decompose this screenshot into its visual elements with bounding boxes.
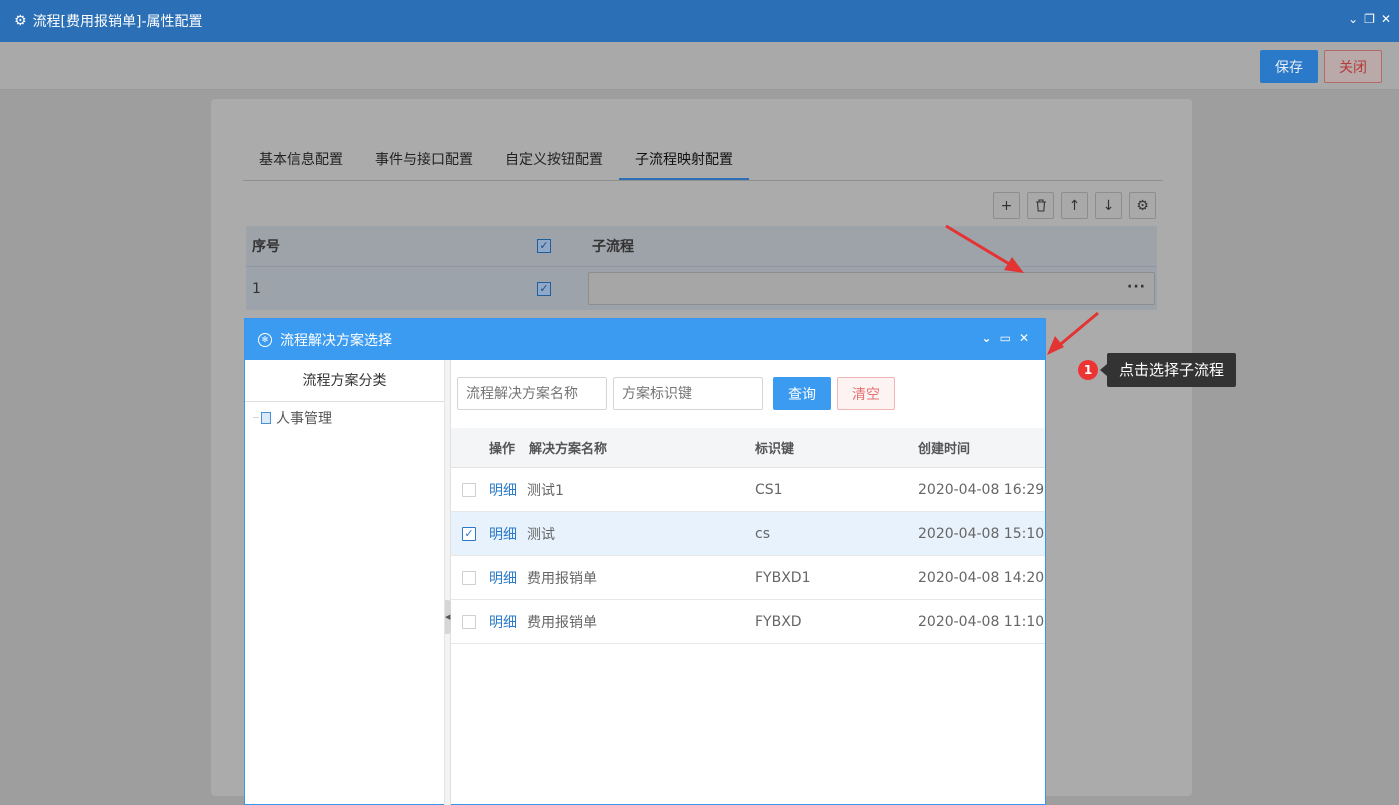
dialog-header: ✻ 流程解决方案选择 ⌄ ▭ ✕ <box>245 319 1045 360</box>
row-checkbox[interactable]: ✓ <box>462 526 476 541</box>
cell-time: 2020-04-08 14:20: <box>918 569 1045 586</box>
solution-list-panel: 查询 清空 操作 解决方案名称 标识键 创建时间 明细 测试1 CS1 2020… <box>451 360 1045 805</box>
dialog-controls: ⌄ ▭ ✕ <box>982 331 1029 345</box>
cell-name: 测试 <box>527 526 555 543</box>
header-time[interactable]: 创建时间 <box>918 438 1045 457</box>
row-checkbox[interactable] <box>462 482 476 497</box>
detail-link[interactable]: 明细 <box>487 480 527 500</box>
cell-time: 2020-04-08 16:29: <box>918 481 1045 498</box>
category-panel: 流程方案分类 ┄ 人事管理 <box>245 360 445 805</box>
header-name[interactable]: 解决方案名称 <box>527 438 755 457</box>
table-row[interactable]: ✓ 明细 测试 cs 2020-04-08 15:10: <box>451 512 1045 556</box>
cell-key: CS1 <box>755 481 783 498</box>
detail-link[interactable]: 明细 <box>487 568 527 588</box>
row-checkbox[interactable] <box>462 614 476 629</box>
category-title: 流程方案分类 <box>245 360 444 402</box>
header-op: 操作 <box>489 442 516 457</box>
cell-name: 费用报销单 <box>527 570 597 587</box>
solution-table: 操作 解决方案名称 标识键 创建时间 明细 测试1 CS1 2020-04-08… <box>451 428 1045 644</box>
table-row[interactable]: 明细 费用报销单 FYBXD1 2020-04-08 14:20: <box>451 556 1045 600</box>
dialog-collapse-icon[interactable]: ⌄ <box>982 331 992 345</box>
table-row[interactable]: 明细 测试1 CS1 2020-04-08 16:29: <box>451 468 1045 512</box>
dialog-title: 流程解决方案选择 <box>280 332 392 349</box>
detail-link[interactable]: 明细 <box>487 524 527 544</box>
cell-time: 2020-04-08 15:10: <box>918 525 1045 542</box>
dialog-close-icon[interactable]: ✕ <box>1019 331 1029 345</box>
document-icon <box>261 412 272 424</box>
cell-time: 2020-04-08 11:10: <box>918 613 1045 630</box>
clear-button[interactable]: 清空 <box>837 377 895 410</box>
solution-select-dialog: ✻ 流程解决方案选择 ⌄ ▭ ✕ 流程方案分类 ┄ 人事管理 ◀ 查询 清空 操… <box>244 318 1046 805</box>
solution-key-input[interactable] <box>613 377 763 410</box>
tree-item-label: 人事管理 <box>276 411 333 427</box>
cell-key: FYBXD <box>755 613 802 630</box>
header-key[interactable]: 标识键 <box>755 438 918 457</box>
dialog-maximize-icon[interactable]: ▭ <box>1000 331 1011 345</box>
dialog-logo-icon: ✻ <box>258 332 272 347</box>
tree-line-icon: ┄ <box>253 412 260 424</box>
cell-name: 费用报销单 <box>527 614 597 631</box>
detail-link[interactable]: 明细 <box>487 612 527 632</box>
cell-key: cs <box>755 525 770 542</box>
row-checkbox[interactable] <box>462 570 476 585</box>
table-header: 操作 解决方案名称 标识键 创建时间 <box>451 428 1045 468</box>
search-bar: 查询 清空 <box>457 377 895 410</box>
tree-item[interactable]: ┄ 人事管理 <box>245 408 444 428</box>
cell-name: 测试1 <box>527 482 564 499</box>
table-row[interactable]: 明细 费用报销单 FYBXD 2020-04-08 11:10: <box>451 600 1045 644</box>
cell-key: FYBXD1 <box>755 569 811 586</box>
annotation-callout: 点击选择子流程 <box>1099 353 1237 387</box>
solution-name-input[interactable] <box>457 377 607 410</box>
query-button[interactable]: 查询 <box>773 377 831 410</box>
annotation-badge: 1 <box>1078 360 1098 380</box>
